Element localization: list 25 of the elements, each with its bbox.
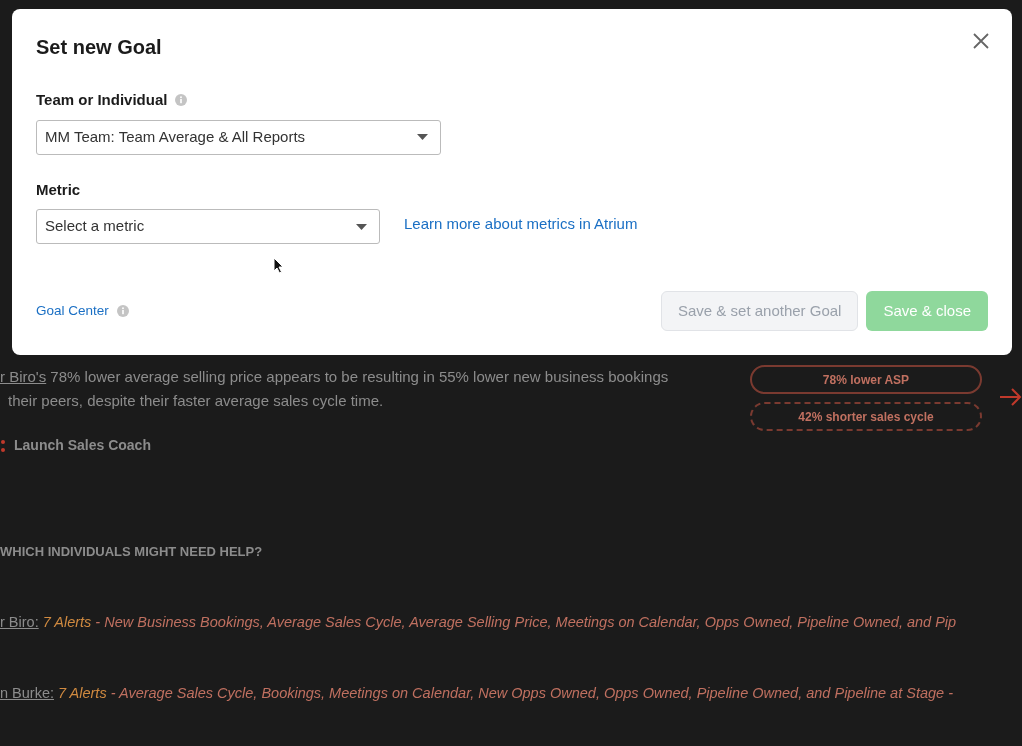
- close-icon[interactable]: [973, 33, 989, 49]
- section-heading: WHICH INDIVIDUALS MIGHT NEED HELP?: [0, 543, 264, 561]
- info-icon: [116, 305, 129, 317]
- person-link[interactable]: r Biro:: [0, 613, 39, 630]
- person-link[interactable]: n Burke:: [0, 685, 54, 702]
- caret-icon: [417, 134, 428, 140]
- person-link[interactable]: r Biro's: [0, 368, 47, 385]
- arrow-icon: [1000, 388, 1022, 406]
- info-icon: [175, 94, 188, 107]
- field-label: Team or Individual: [36, 90, 168, 110]
- cursor-icon: [273, 257, 284, 274]
- caret-icon: [356, 223, 367, 230]
- team-select[interactable]: MM Team: Team Average & All Reports: [36, 119, 441, 155]
- insight-text: r Biro's 78% lower average selling price appears to be resulting in 55% lower new business bookings: [0, 367, 670, 387]
- insight-text: their peers, despite their faster average sales cycle time.: [7, 391, 385, 411]
- field-label: Metric: [36, 179, 81, 200]
- dialog-title: Set new Goal: [36, 35, 162, 59]
- metrics-help-link[interactable]: Learn more about metrics in Atrium: [404, 213, 638, 236]
- goal-center-link[interactable]: Goal Center: [36, 300, 109, 322]
- metric-select[interactable]: Select a metric: [36, 209, 380, 244]
- metric-tag: 78% lower ASP: [750, 365, 982, 394]
- metric-tag: 42% shorter sales cycle: [750, 402, 982, 431]
- launch-coach-link[interactable]: Launch Sales Coach: [14, 435, 151, 456]
- alert-row-text: r Biro: 7 Alerts - New Business Bookings, Average Sales Cycle, Average Selling Price, Meetings on Calendar, Opps Owned, Pipeline Owned, and Pip: [0, 612, 958, 632]
- alert-row-text: n Burke: 7 Alerts - Average Sales Cycle, Bookings, Meetings on Calendar, New Opps Owned, Opps Owned, Pipeline Owned, and Pipeline at Stage -: [0, 684, 954, 704]
